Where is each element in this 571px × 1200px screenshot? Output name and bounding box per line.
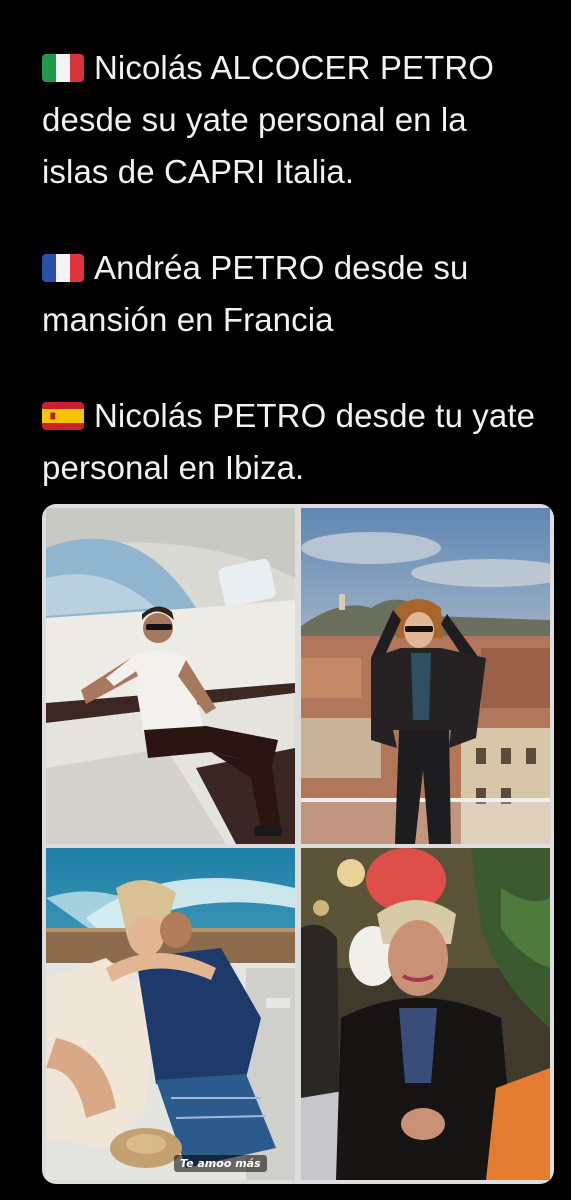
post-text: Nicolás ALCOCER PETRO desde su yate pers… bbox=[42, 42, 542, 538]
photo-boat-couple[interactable]: Te amoo más bbox=[46, 848, 295, 1180]
photo-yacht-man[interactable] bbox=[46, 508, 295, 844]
post-paragraph-text: Andréa PETRO desde su mansión en Francia bbox=[42, 249, 469, 338]
photo-evening-woman[interactable] bbox=[301, 848, 550, 1180]
flag-france-icon bbox=[42, 254, 84, 282]
photo-rooftop-woman[interactable] bbox=[301, 508, 550, 844]
post-paragraph-text: Nicolás ALCOCER PETRO desde su yate pers… bbox=[42, 49, 495, 190]
post-paragraph-text: Nicolás PETRO desde tu yate personal en … bbox=[42, 397, 536, 486]
media-grid[interactable]: Te amoo más bbox=[42, 504, 554, 1184]
flag-italy-icon bbox=[42, 54, 84, 82]
post-paragraph-spain: Nicolás PETRO desde tu yate personal en … bbox=[42, 390, 542, 494]
post-paragraph-france: Andréa PETRO desde su mansión en Francia bbox=[42, 242, 542, 346]
post-paragraph-italy: Nicolás ALCOCER PETRO desde su yate pers… bbox=[42, 42, 542, 198]
story-caption: Te amoo más bbox=[174, 1155, 267, 1172]
flag-spain-icon bbox=[42, 402, 84, 430]
